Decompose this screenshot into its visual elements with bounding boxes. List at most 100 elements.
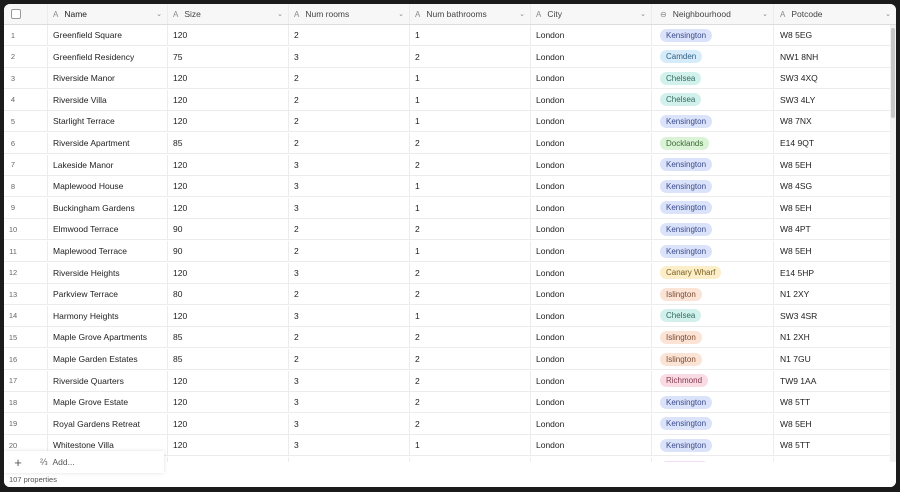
cell-rooms[interactable]: 3 xyxy=(289,176,410,197)
table-row[interactable]: 19 Royal Gardens Retreat 120 3 2 London Kensin… xyxy=(4,413,896,435)
cell-city[interactable]: London xyxy=(531,413,652,434)
cell-rooms[interactable]: 3 xyxy=(289,154,410,175)
cell-postcode[interactable]: SW3 4SR xyxy=(774,306,896,326)
cell-name[interactable]: Maplewood House xyxy=(48,176,168,197)
chevron-down-icon[interactable]: ⌄ xyxy=(762,10,768,18)
cell-rooms[interactable]: 3 xyxy=(289,305,410,326)
cell-name[interactable]: Parkview Terrace xyxy=(48,284,168,305)
cell-postcode[interactable]: SW3 4XQ xyxy=(774,68,896,88)
chevron-down-icon[interactable]: ⌄ xyxy=(885,10,891,18)
cell-city[interactable]: London xyxy=(531,68,652,89)
cell-rooms[interactable]: 2 xyxy=(289,284,410,305)
cell-neighbourhood[interactable]: Kensington xyxy=(652,413,774,434)
cell-city[interactable]: London xyxy=(531,111,652,132)
table-row[interactable]: 17 Riverside Quarters 120 3 2 London Richmond T… xyxy=(4,370,896,392)
cell-name[interactable]: Buckingham Gardens xyxy=(48,197,168,218)
cell-rooms[interactable]: 2 xyxy=(289,327,410,348)
add-row-button[interactable]: + xyxy=(4,455,32,470)
cell-city[interactable]: London xyxy=(531,284,652,305)
cell-rooms[interactable]: 3 xyxy=(289,413,410,434)
cell-bathrooms[interactable]: 2 xyxy=(410,370,531,391)
cell-size[interactable]: 80 xyxy=(168,284,289,305)
table-row[interactable]: 14 Harmony Heights 120 3 1 London Chelsea SW3 4… xyxy=(4,305,896,327)
table-row[interactable]: 7 Lakeside Manor 120 3 2 London Kensington W8 5… xyxy=(4,154,896,176)
cell-size[interactable]: 120 xyxy=(168,262,289,283)
table-row[interactable]: 11 Maplewood Terrace 90 2 1 London Kensington W… xyxy=(4,241,896,262)
vertical-scrollbar-thumb[interactable] xyxy=(891,28,895,118)
cell-name[interactable]: Lakeside Manor xyxy=(48,154,168,175)
cell-neighbourhood[interactable]: Islington xyxy=(652,327,774,348)
cell-city[interactable]: London xyxy=(531,392,652,413)
cell-postcode[interactable]: W8 5EG xyxy=(774,25,896,45)
cell-postcode[interactable]: SW3 4LY xyxy=(774,90,896,110)
cell-name[interactable]: Riverside Heights xyxy=(48,262,168,283)
column-header-city[interactable]: A City ⌄ xyxy=(531,4,652,24)
cell-city[interactable]: London xyxy=(531,370,652,391)
table-row[interactable]: 12 Riverside Heights 120 3 2 London Canary Wha… xyxy=(4,262,896,284)
cell-bathrooms[interactable]: 2 xyxy=(410,413,531,434)
cell-size[interactable]: 90 xyxy=(168,241,289,261)
cell-bathrooms[interactable]: 2 xyxy=(410,284,531,305)
cell-postcode[interactable]: E14 9QT xyxy=(774,133,896,153)
cell-size[interactable]: 120 xyxy=(168,435,289,456)
cell-bathrooms[interactable]: 1 xyxy=(410,25,531,45)
cell-postcode[interactable]: W8 5EH xyxy=(774,198,896,218)
cell-rooms[interactable]: 2 xyxy=(289,241,410,261)
add-field-button[interactable]: ⅔ Add... xyxy=(40,457,75,467)
cell-size[interactable]: 85 xyxy=(168,133,289,153)
cell-city[interactable]: London xyxy=(531,25,652,45)
cell-size[interactable]: 85 xyxy=(168,327,289,348)
cell-bathrooms[interactable]: 2 xyxy=(410,349,531,369)
cell-bathrooms[interactable]: 2 xyxy=(410,392,531,413)
cell-name[interactable]: Greenfield Residency xyxy=(48,46,168,67)
cell-neighbourhood[interactable]: Islington xyxy=(652,349,774,369)
cell-postcode[interactable]: W8 7NX xyxy=(774,111,896,131)
chevron-down-icon[interactable]: ⌄ xyxy=(156,10,162,18)
cell-name[interactable]: Riverside Manor xyxy=(48,68,168,89)
cell-postcode[interactable]: N1 2XH xyxy=(774,327,896,347)
column-header-postcode[interactable]: A Potcode ⌄ xyxy=(774,4,896,24)
cell-city[interactable]: London xyxy=(531,305,652,326)
cell-rooms[interactable]: 3 xyxy=(289,370,410,391)
column-header-size[interactable]: A Size ⌄ xyxy=(168,4,289,24)
cell-bathrooms[interactable]: 1 xyxy=(410,89,531,110)
select-all-checkbox[interactable] xyxy=(11,9,21,19)
cell-postcode[interactable]: W8 5TT xyxy=(774,392,896,412)
cell-size[interactable]: 120 xyxy=(168,68,289,89)
cell-neighbourhood[interactable]: Kensington xyxy=(652,111,774,132)
cell-city[interactable]: London xyxy=(531,176,652,197)
column-header-bathrooms[interactable]: A Num bathrooms ⌄ xyxy=(410,4,531,24)
cell-postcode[interactable]: N1 7GU xyxy=(774,349,896,369)
cell-city[interactable]: London xyxy=(531,154,652,175)
cell-postcode[interactable]: NW1 8NH xyxy=(774,47,896,67)
cell-name[interactable]: Maplewood Terrace xyxy=(48,241,168,261)
cell-postcode[interactable]: TW9 1AA xyxy=(774,371,896,391)
cell-rooms[interactable]: 2 xyxy=(289,111,410,132)
table-row[interactable]: 13 Parkview Terrace 80 2 2 London Islington N1 … xyxy=(4,284,896,306)
cell-neighbourhood[interactable]: Chelsea xyxy=(652,89,774,110)
cell-neighbourhood[interactable]: Richmond xyxy=(652,370,774,391)
column-header-rooms[interactable]: A Num rooms ⌄ xyxy=(289,4,410,24)
cell-city[interactable]: London xyxy=(531,349,652,369)
cell-neighbourhood[interactable]: Canary Wharf xyxy=(652,262,774,283)
cell-name[interactable]: Starlight Terrace xyxy=(48,111,168,132)
cell-neighbourhood[interactable]: Kensington xyxy=(652,241,774,261)
cell-neighbourhood[interactable]: Kensington xyxy=(652,392,774,413)
cell-neighbourhood[interactable]: Kensington xyxy=(652,435,774,456)
cell-name[interactable]: Harmony Heights xyxy=(48,305,168,326)
cell-rooms[interactable]: 2 xyxy=(289,349,410,369)
cell-bathrooms[interactable]: 1 xyxy=(410,305,531,326)
cell-size[interactable]: 120 xyxy=(168,413,289,434)
cell-size[interactable]: 120 xyxy=(168,392,289,413)
cell-neighbourhood[interactable]: Kensington xyxy=(652,197,774,218)
cell-bathrooms[interactable]: 1 xyxy=(410,176,531,197)
cell-postcode[interactable]: W8 4SG xyxy=(774,176,896,196)
cell-postcode[interactable]: W8 5EH xyxy=(774,414,896,434)
cell-bathrooms[interactable]: 1 xyxy=(410,68,531,89)
cell-rooms[interactable]: 3 xyxy=(289,392,410,413)
column-header-name[interactable]: A Name ⌄ xyxy=(48,4,168,24)
table-row[interactable]: 4 Riverside Villa 120 2 1 London Chelsea SW3 4L… xyxy=(4,89,896,111)
table-row[interactable]: 6 Riverside Apartment 85 2 2 London Docklands E… xyxy=(4,133,896,154)
cell-neighbourhood[interactable]: Kensington xyxy=(652,176,774,197)
chevron-down-icon[interactable]: ⌄ xyxy=(398,10,404,18)
